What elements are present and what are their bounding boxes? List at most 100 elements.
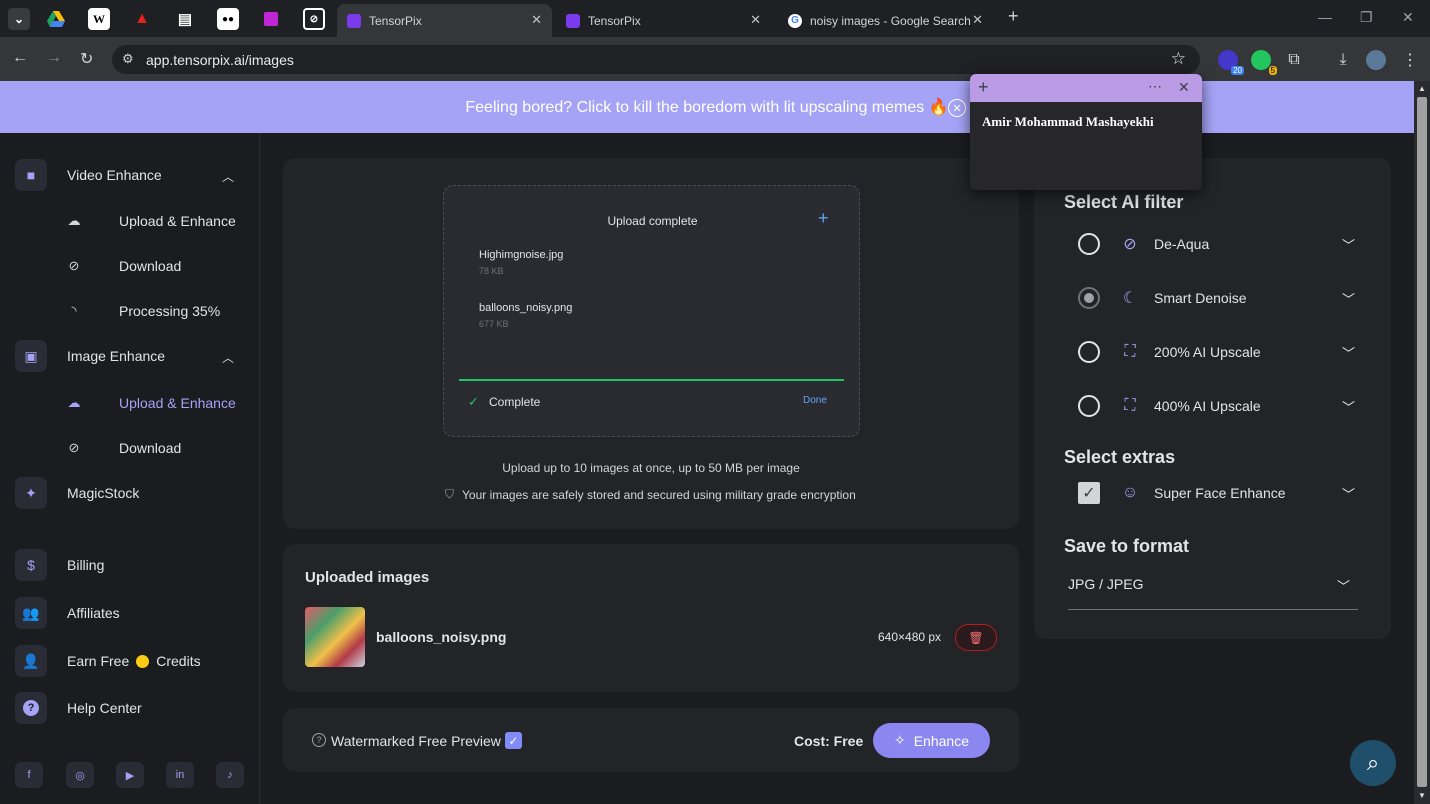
chevron-down-icon[interactable]: ﹀ [1342,235,1355,254]
uploaded-images-title: Uploaded images [305,569,430,586]
sidebar-item-affiliates[interactable]: 👥 Affiliates [15,596,120,630]
adobe-icon[interactable]: ▲ [131,8,153,30]
more-options-icon[interactable]: ⋯ [1148,78,1162,95]
filter-400-upscale[interactable]: ⛶ 400% AI Upscale ﹀ [1078,391,1363,421]
scrollbar-thumb[interactable] [1417,97,1427,787]
file-size: 78 KB [479,266,504,276]
format-select[interactable]: JPG / JPEG ﹀ [1068,570,1358,610]
facebook-icon[interactable]: f [15,762,43,788]
sidebar-item-video-processing[interactable]: ◝ Processing 35% [66,303,220,319]
image-thumbnail[interactable] [305,607,365,667]
upload-dropzone[interactable]: Upload complete + Highimgnoise.jpg 78 KB… [443,185,860,437]
enhance-button[interactable]: ✧ Enhance [873,723,990,758]
sidebar-item-earn-credits[interactable]: 👤 Earn Free Credits [15,644,201,678]
radio-button[interactable] [1078,395,1100,417]
sidebar-item-label: Image Enhance [67,348,166,364]
reload-icon[interactable]: ↻ [80,49,93,69]
file-name: balloons_noisy.png [479,302,573,314]
wikipedia-icon[interactable]: W [88,8,110,30]
chevron-down-icon[interactable]: ﹀ [1342,397,1355,416]
tensorpix-icon[interactable] [260,8,282,30]
bookmark-star-icon[interactable]: ☆ [1171,49,1186,69]
notion-icon[interactable]: ▤ [174,8,196,30]
sidebar-item-image-enhance[interactable]: ▣ Image Enhance [15,339,165,373]
banner-text[interactable]: Feeling bored? Click to kill the boredom… [465,97,948,117]
minimize-icon[interactable]: — [1318,9,1332,25]
radio-button[interactable] [1078,233,1100,255]
tab-google-search[interactable]: G noisy images - Google Search ✕ [778,4,993,37]
close-icon[interactable]: ✕ [972,12,983,28]
new-tab-icon[interactable]: + [1008,6,1019,27]
search-icon: ⌕ [1366,750,1380,775]
medium-icon[interactable]: ●● [217,8,239,30]
extension-icon[interactable]: 20 [1218,50,1244,75]
info-question-icon[interactable]: ? [312,733,326,747]
forward-icon[interactable]: → [46,49,62,67]
window-close-icon[interactable]: ✕ [1402,9,1414,26]
checkbox-checked[interactable]: ✓ [1078,482,1100,504]
filter-200-upscale[interactable]: ⛶ 200% AI Upscale ﹀ [1078,337,1363,367]
chevron-down-icon[interactable]: ﹀ [1342,343,1355,362]
download-icon[interactable]: ⤓ [1333,50,1353,70]
back-icon[interactable]: ← [12,49,28,67]
scroll-up-icon[interactable]: ▲ [1418,84,1426,93]
tiktok-icon[interactable]: ♪ [216,762,244,788]
sidebar-item-image-download[interactable]: ⊘ Download [66,440,182,456]
instagram-icon[interactable]: ◎ [66,762,94,788]
sticky-note-header[interactable]: + ⋯ ✕ [970,74,1202,102]
sticky-note-popup[interactable]: + ⋯ ✕ Amir Mohammad Mashayekhi [970,74,1202,190]
avatar[interactable] [1366,50,1386,70]
sidebar-item-label: Affiliates [67,605,120,621]
sidebar-item-image-upload[interactable]: ☁ Upload & Enhance [66,395,236,411]
site-info-icon[interactable]: ⚙ [122,51,134,67]
shield-check-icon: ⛉ [445,487,455,501]
puzzle-extensions-icon[interactable]: ⧉ [1284,50,1304,70]
water-drop-off-icon: ⊘ [1123,236,1137,253]
tab-tensorpix-active[interactable]: TensorPix ✕ [337,4,552,37]
chevron-down-icon[interactable]: ﹀ [1342,289,1355,308]
close-icon[interactable]: ✕ [531,12,542,28]
tab-tensorpix[interactable]: TensorPix ✕ [556,4,771,37]
sidebar-item-billing[interactable]: $ Billing [15,548,104,582]
extension-icon[interactable]: 5 [1251,50,1277,75]
upload-progress-track [459,379,844,381]
perplexity-icon[interactable]: ⊘ [303,8,325,30]
page-scrollbar[interactable]: ▲ ▼ [1414,81,1430,804]
sidebar-item-label: Download [119,440,182,456]
extra-super-face-enhance[interactable]: ✓ ☺ Super Face Enhance ﹀ [1078,478,1363,508]
radio-button[interactable] [1078,341,1100,363]
sidebar-item-video-upload[interactable]: ☁ Upload & Enhance [66,213,236,229]
sidebar-item-video-download[interactable]: ⊘ Download [66,258,182,274]
scroll-down-icon[interactable]: ▼ [1418,791,1426,800]
search-fab-button[interactable]: ⌕ [1350,740,1396,786]
check-circle-icon: ⊘ [68,440,80,455]
filter-de-aqua[interactable]: ⊘ De-Aqua ﹀ [1078,229,1363,259]
close-icon[interactable]: ✕ [750,12,761,28]
chevron-up-icon[interactable]: ︿ [222,349,234,366]
add-file-icon[interactable]: + [818,208,829,229]
help-icon: ? [15,692,47,724]
more-menu-icon[interactable]: ⋮ [1400,50,1420,70]
filter-smart-denoise[interactable]: ☾ Smart Denoise ﹀ [1078,283,1363,313]
sidebar-item-video-enhance[interactable]: ■ Video Enhance [15,158,162,192]
delete-image-button[interactable]: 🗑 [955,624,997,651]
google-drive-icon[interactable] [45,8,67,30]
add-note-icon[interactable]: + [978,77,989,98]
done-button[interactable]: Done [803,395,827,406]
sidebar-item-label: Upload & Enhance [119,395,236,411]
chevron-down-icon[interactable]: ﹀ [1342,484,1355,503]
address-bar[interactable]: ⚙ app.tensorpix.ai/images ☆ [112,45,1200,74]
upload-limit-text: Upload up to 10 images at once, up to 50… [502,461,800,475]
banner-close-icon[interactable]: ✕ [948,99,966,117]
watermark-checkbox[interactable]: ✓ [505,732,522,749]
close-icon[interactable]: ✕ [1178,79,1190,96]
sidebar-item-magicstock[interactable]: ✦ MagicStock [15,476,139,510]
youtube-icon[interactable]: ▶ [116,762,144,788]
sidebar-item-help-center[interactable]: ? Help Center [15,691,142,725]
chevron-down-icon[interactable]: ⌄ [8,8,30,30]
radio-button-selected[interactable] [1078,287,1100,309]
user-group-icon: 👤 [15,645,47,677]
restore-icon[interactable]: ❐ [1360,9,1373,26]
linkedin-icon[interactable]: in [166,762,194,788]
chevron-up-icon[interactable]: ︿ [222,168,234,185]
